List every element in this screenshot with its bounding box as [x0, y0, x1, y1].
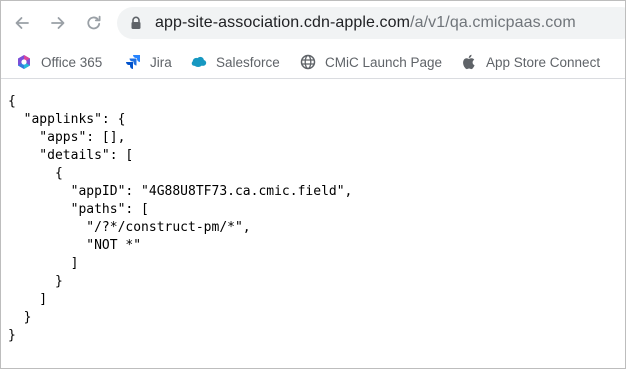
json-line: {: [8, 166, 63, 181]
forward-button[interactable]: [47, 12, 69, 34]
bookmark-salesforce[interactable]: Salesforce: [191, 52, 280, 72]
reload-icon: [85, 14, 103, 32]
bookmark-office-365[interactable]: Office 365: [16, 52, 102, 72]
arrow-right-icon: [49, 14, 67, 32]
bookmark-cmic-launch-page[interactable]: CMiC Launch Page: [300, 52, 442, 72]
json-line: }: [8, 274, 63, 289]
bookmark-label: Jira: [150, 54, 172, 70]
url-path: /a/v1/qa.cmicpaas.com: [410, 14, 576, 31]
json-line: "apps": [],: [8, 130, 126, 145]
lock-icon[interactable]: [129, 16, 143, 30]
jira-icon: [125, 54, 141, 70]
json-line: "appID": "4G88U8TF73.ca.cmic.field",: [8, 184, 353, 199]
json-line: "paths": [: [8, 202, 149, 217]
page-content: { "applinks": { "apps": [], "details": […: [1, 79, 625, 368]
json-line: "NOT *": [8, 238, 142, 253]
bookmark-app-store-connect[interactable]: App Store Connect: [461, 52, 600, 72]
browser-window: app-site-association.cdn-apple.com/a/v1/…: [0, 0, 626, 369]
json-line: ]: [8, 256, 79, 271]
globe-icon: [300, 54, 316, 70]
json-line: ]: [8, 292, 48, 307]
bookmark-label: Salesforce: [216, 54, 280, 70]
json-line: }: [8, 310, 32, 325]
url-text[interactable]: app-site-association.cdn-apple.com/a/v1/…: [155, 13, 576, 33]
json-line: "/?*/construct-pm/*",: [8, 220, 251, 235]
browser-toolbar: app-site-association.cdn-apple.com/a/v1/…: [1, 1, 625, 45]
address-bar[interactable]: app-site-association.cdn-apple.com/a/v1/…: [117, 7, 625, 39]
salesforce-cloud-icon: [191, 54, 207, 70]
bookmark-label: Office 365: [41, 54, 103, 70]
json-line: "applinks": {: [8, 112, 126, 127]
bookmark-label: CMiC Launch Page: [325, 54, 443, 70]
json-line: }: [8, 328, 16, 343]
json-line: "details": [: [8, 148, 134, 163]
arrow-left-icon: [13, 14, 31, 32]
bookmark-jira[interactable]: Jira: [125, 52, 172, 72]
reload-button[interactable]: [83, 12, 105, 34]
bookmark-label: App Store Connect: [486, 54, 601, 70]
json-document: { "applinks": { "apps": [], "details": […: [8, 93, 352, 345]
json-line: {: [8, 94, 16, 109]
bookmarks-bar: Office 365 Jira Salesforce CMiC Launch P…: [1, 45, 625, 79]
back-button[interactable]: [11, 12, 33, 34]
office-365-icon: [16, 54, 32, 70]
url-host: app-site-association.cdn-apple.com: [155, 14, 411, 31]
apple-icon: [461, 54, 477, 70]
